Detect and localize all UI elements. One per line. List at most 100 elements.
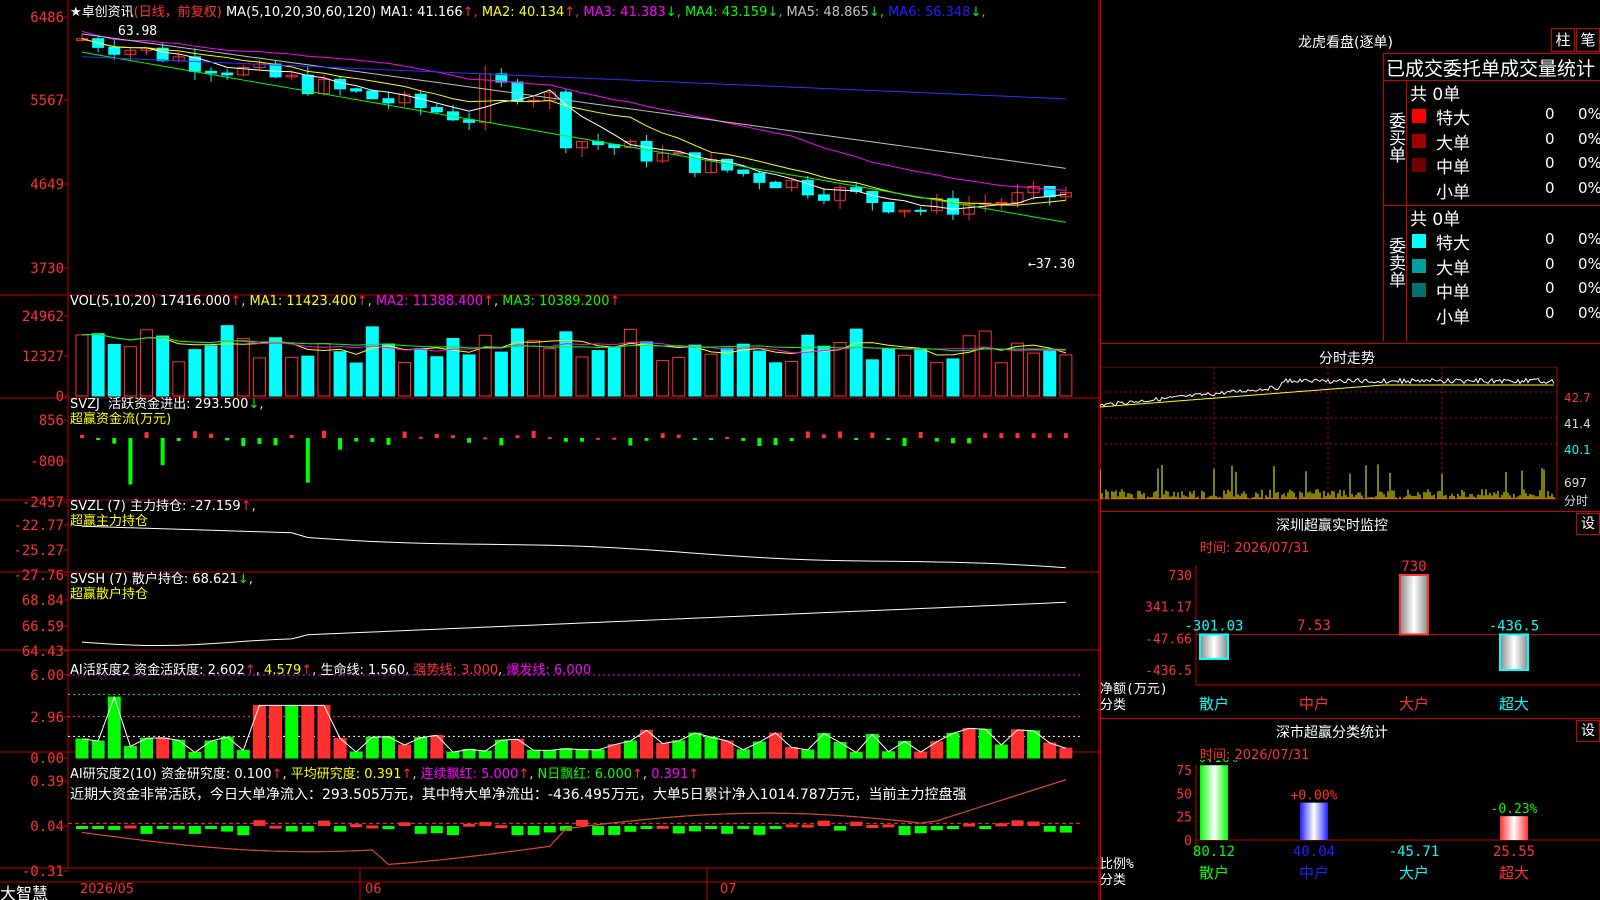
- ai2-desc4: N日飘红: 6.000: [537, 767, 633, 782]
- research-bar: [527, 826, 540, 835]
- fund-flow-bar: [676, 434, 681, 438]
- vol-value: 17416.000: [160, 294, 231, 309]
- volume-bar: [204, 345, 218, 397]
- research-bar: [301, 826, 314, 832]
- lhb-tab-tick[interactable]: 笔: [1576, 28, 1600, 52]
- classify-category-label: 超大: [1499, 864, 1529, 882]
- sell-name: 小单: [1436, 307, 1470, 328]
- classify-y-label: 25: [1176, 811, 1192, 826]
- buy-pct: 0%: [1578, 129, 1600, 148]
- candle-body: [350, 88, 363, 92]
- y-tick-label: 0.39: [30, 774, 64, 790]
- research-bar: [914, 826, 927, 834]
- fund-flow-bar: [305, 438, 310, 483]
- intraday-title: 分时走势: [1319, 351, 1375, 367]
- lhb-tab-bar[interactable]: 柱: [1551, 28, 1575, 52]
- research-bar: [769, 826, 782, 829]
- research-bar: [285, 826, 298, 832]
- research-bar: [430, 826, 443, 834]
- activity-bar: [543, 749, 557, 759]
- monitor-bar: [1399, 574, 1429, 636]
- y-tick-label: -27.76: [13, 568, 64, 584]
- intraday-chart[interactable]: [1100, 367, 1600, 509]
- ma-label-1: MA1: 41.166: [380, 5, 463, 20]
- date-3: 07: [720, 882, 737, 897]
- fund-flow-bar: [612, 437, 617, 440]
- vol-ma2: MA2: 11388.400: [375, 294, 484, 309]
- fund-flow-bar: [96, 438, 101, 440]
- activity-bar: [914, 751, 928, 759]
- fund-flow-bar: [870, 432, 875, 438]
- volume-bar: [301, 355, 315, 397]
- activity-bar: [462, 748, 476, 759]
- classify-change-label: +0.00%: [1291, 789, 1338, 804]
- buy-count: 0: [1545, 129, 1555, 148]
- volume-bar: [543, 348, 557, 397]
- volume-bar: [559, 331, 573, 397]
- intraday-vol: 697: [1564, 476, 1587, 490]
- monitor-settings-button[interactable]: 设: [1576, 513, 1600, 535]
- research-bar: [156, 826, 169, 829]
- date-2: 06: [365, 882, 382, 897]
- volume-bar: [172, 361, 186, 397]
- research-bar: [705, 826, 718, 829]
- research-bar: [737, 826, 750, 829]
- period-mode[interactable]: (日线，前复权): [134, 5, 222, 20]
- candle-body: [205, 70, 218, 74]
- activity-bar: [91, 740, 105, 759]
- classify-category-label: 大户: [1399, 864, 1429, 882]
- classify-value-label: 25.55: [1493, 844, 1535, 860]
- activity-bar: [188, 751, 202, 759]
- fund-flow-bar: [547, 436, 552, 439]
- ma-label-5: MA5: 48.865: [786, 5, 869, 20]
- activity-bar: [285, 704, 299, 759]
- y-tick-label: -22.77: [13, 518, 64, 534]
- candle-body: [366, 90, 379, 100]
- research-bar: [366, 825, 379, 829]
- fund-flow-bar: [692, 438, 697, 440]
- monitor-title: 深圳超赢实时监控: [1276, 518, 1388, 534]
- activity-bar: [446, 751, 460, 759]
- sell-total: 共 0单: [1410, 210, 1461, 230]
- candle-body: [882, 202, 895, 213]
- volume-bar: [398, 362, 412, 397]
- fund-flow-bar: [563, 438, 568, 442]
- y-tick-label: 856: [39, 413, 64, 429]
- svsh-desc: 散户持仓: 68.621: [131, 572, 238, 587]
- volume-bar: [236, 337, 250, 397]
- volume-bar: [414, 348, 428, 397]
- buy-row: 特大 0 0%: [1410, 104, 1600, 129]
- research-bar: [592, 826, 605, 836]
- fund-flow-bar: [983, 433, 988, 438]
- volume-bar: [75, 334, 89, 397]
- fund-flow-bar: [1031, 433, 1036, 438]
- fund-flow-bar: [1063, 433, 1068, 438]
- volume-bar: [349, 362, 363, 397]
- research-bar: [624, 826, 637, 832]
- monitor-bar: [1199, 633, 1229, 660]
- volume-bar: [462, 354, 476, 397]
- volume-bar: [736, 343, 750, 397]
- fund-flow-bar: [209, 433, 214, 438]
- research-bar: [834, 826, 847, 831]
- activity-bar: [430, 734, 444, 759]
- buy-name: 大单: [1436, 133, 1470, 154]
- chart-area[interactable]: 6486 5567 4649 3730 24962 12327 0 856 -800 -2457 -…: [0, 0, 1100, 900]
- fund-flow-bar: [902, 438, 907, 447]
- fund-flow-bar: [628, 438, 633, 446]
- candle-body: [108, 46, 121, 55]
- lhb-title: 龙虎看盘(逐单): [1298, 35, 1393, 51]
- activity-bar: [301, 704, 315, 759]
- ai2-desc3: 连续飘红: 5.000: [420, 767, 519, 782]
- intraday-y3: 40.1: [1564, 443, 1591, 457]
- sell-color-swatch: [1412, 258, 1426, 273]
- stock-name[interactable]: 卓创资讯: [82, 5, 134, 20]
- classify-value-label: 40.04: [1293, 844, 1335, 860]
- ai1-desc4: 强势线: 3.000: [413, 663, 499, 678]
- classify-settings-button[interactable]: 设: [1576, 720, 1600, 742]
- volume-bar: [994, 362, 1008, 397]
- fund-flow-bar: [241, 438, 246, 447]
- fund-flow-bar: [273, 438, 278, 446]
- research-bar: [850, 821, 863, 826]
- volume-bar: [785, 361, 799, 397]
